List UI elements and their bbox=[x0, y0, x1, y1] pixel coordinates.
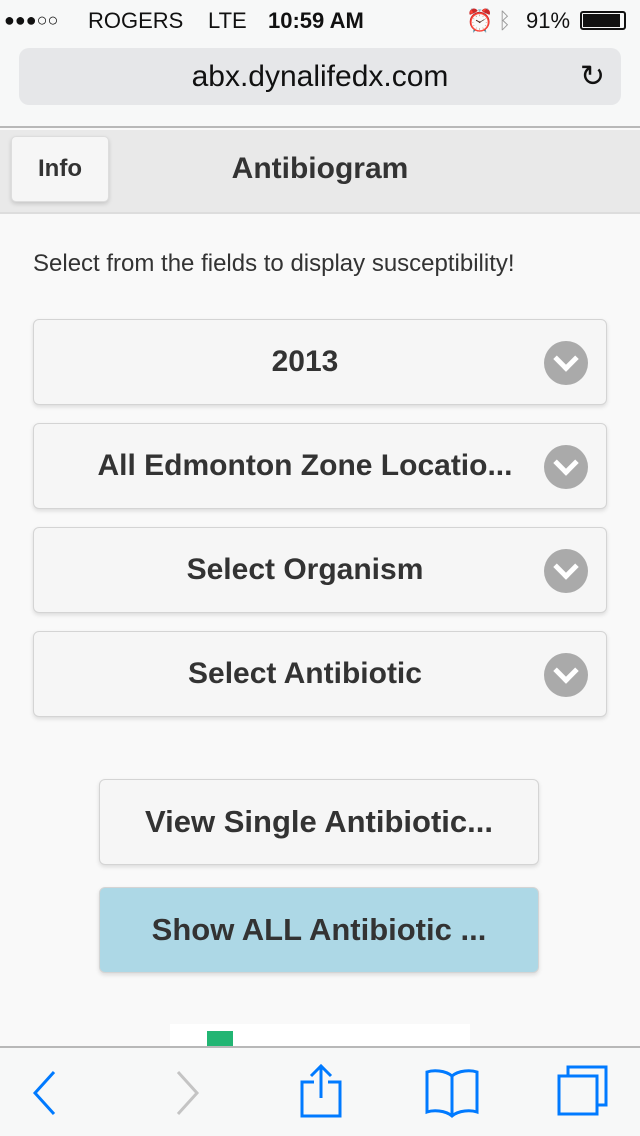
chevron-down-icon bbox=[544, 549, 588, 593]
chevron-down-icon bbox=[544, 653, 588, 697]
status-bar: ●●●○○ ROGERS LTE 10:59 AM ⏰ ᛒ 91% bbox=[0, 0, 640, 40]
alarm-icon: ⏰ bbox=[466, 8, 494, 33]
url-text: abx.dynalifedx.com bbox=[191, 60, 449, 93]
organism-select[interactable]: Select Organism bbox=[33, 527, 607, 613]
address-bar: abx.dynalifedx.com ↻ bbox=[0, 40, 640, 128]
location-select-value: All Edmonton Zone Locatio... bbox=[97, 449, 513, 482]
url-field[interactable]: abx.dynalifedx.com ↻ bbox=[19, 48, 621, 105]
clock: 10:59 AM bbox=[268, 8, 364, 33]
bluetooth-icon: ᛒ bbox=[498, 8, 512, 33]
page-header: Antibiogram Info bbox=[0, 130, 640, 214]
tabs-icon[interactable] bbox=[556, 1064, 610, 1118]
network: LTE bbox=[208, 8, 247, 33]
antibiotic-select[interactable]: Select Antibiotic bbox=[33, 631, 607, 717]
chevron-down-icon bbox=[544, 341, 588, 385]
year-select[interactable]: 2013 bbox=[33, 319, 607, 405]
intro-text: Select from the fields to display suscep… bbox=[33, 250, 515, 277]
carrier: ROGERS bbox=[88, 8, 184, 33]
info-button[interactable]: Info bbox=[11, 136, 109, 202]
antibiotic-select-value: Select Antibiotic bbox=[188, 657, 422, 690]
chevron-down-icon bbox=[544, 445, 588, 489]
battery-icon bbox=[580, 11, 626, 30]
show-all-antibiotic-button[interactable]: Show ALL Antibiotic ... bbox=[99, 887, 539, 973]
location-select[interactable]: All Edmonton Zone Locatio... bbox=[33, 423, 607, 509]
share-icon[interactable] bbox=[300, 1064, 342, 1118]
reload-icon[interactable]: ↻ bbox=[580, 48, 605, 105]
year-select-value: 2013 bbox=[271, 345, 339, 378]
view-single-antibiotic-button[interactable]: View Single Antibiotic... bbox=[99, 779, 539, 865]
forward-icon[interactable] bbox=[172, 1068, 202, 1118]
browser-toolbar bbox=[0, 1046, 640, 1136]
battery-percent: 91% bbox=[526, 8, 571, 33]
signal-indicator: ●●●○○ bbox=[4, 10, 59, 30]
back-icon[interactable] bbox=[30, 1068, 60, 1118]
bookmarks-icon[interactable] bbox=[425, 1068, 479, 1118]
organism-select-value: Select Organism bbox=[186, 553, 424, 586]
